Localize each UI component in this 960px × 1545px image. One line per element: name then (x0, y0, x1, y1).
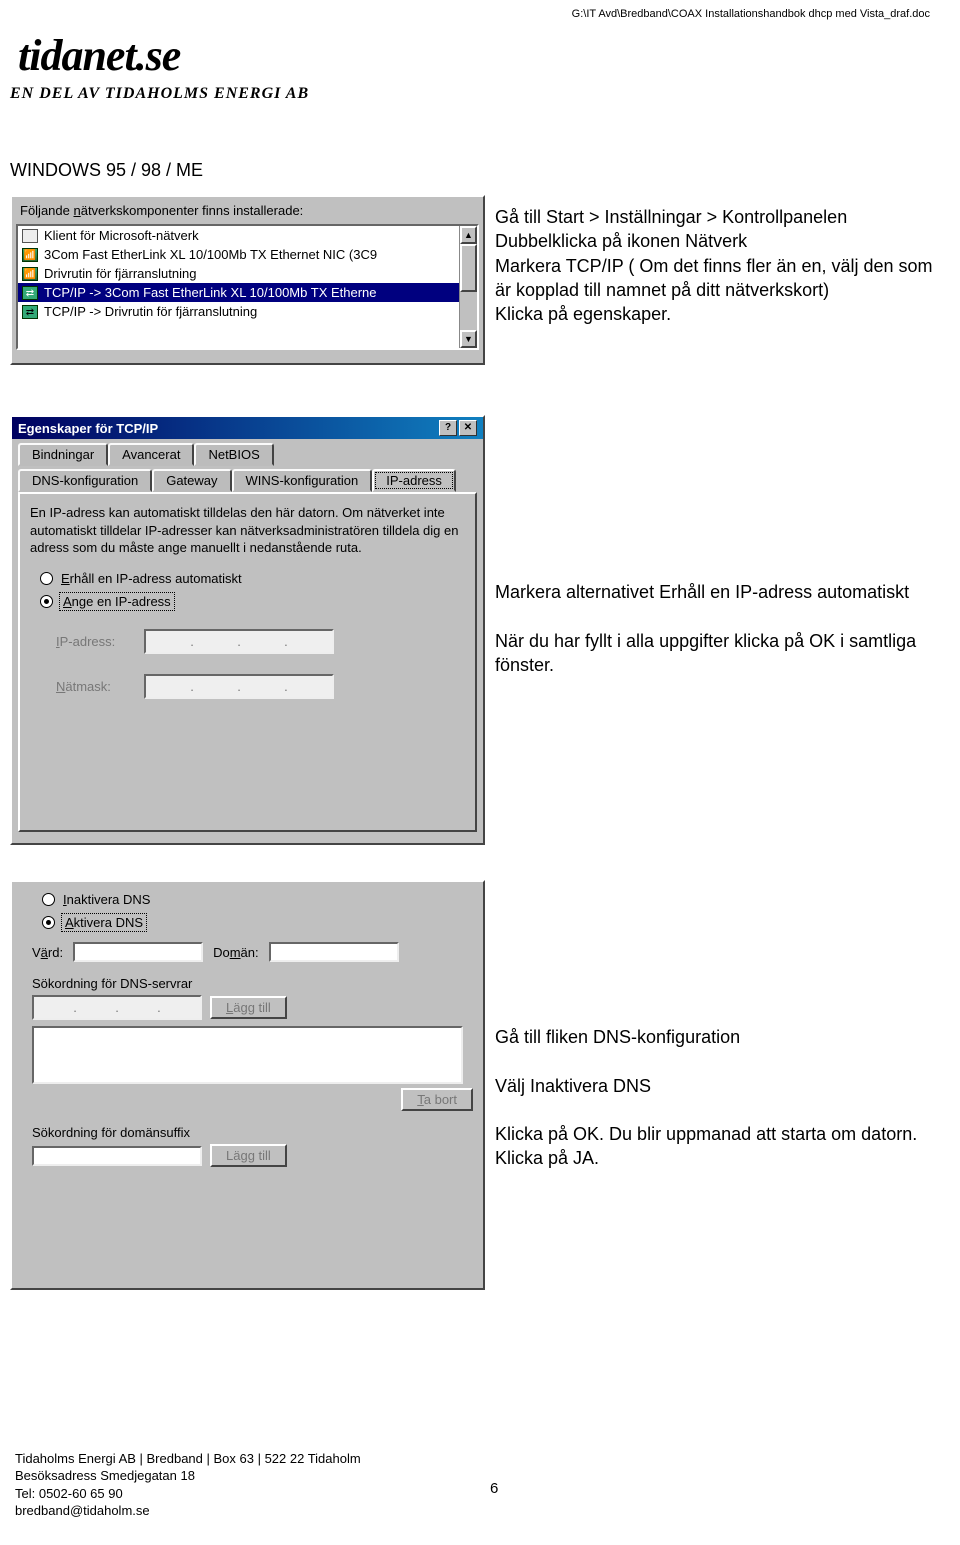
tab-ip-address[interactable]: IP-adress (372, 469, 456, 492)
ip-description-text: En IP-adress kan automatiskt tilldelas d… (30, 504, 465, 557)
ip-address-input[interactable]: . . . (144, 629, 334, 654)
scroll-up-button[interactable]: ▲ (460, 226, 477, 244)
footer-line-4: bredband@tidaholm.se (15, 1502, 361, 1520)
radio-label: Aktivera DNS (63, 915, 145, 930)
close-button[interactable]: ✕ (459, 420, 477, 436)
add-suffix-button[interactable]: Lägg till (210, 1144, 287, 1167)
tabs-row-1: Bindningar Avancerat NetBIOS (12, 439, 483, 466)
help-button[interactable]: ? (439, 420, 457, 436)
tab-panel-ip-address: En IP-adress kan automatiskt tilldelas d… (18, 492, 477, 832)
computer-icon (22, 229, 38, 243)
ip-address-field-row: IP-adress: . . . (56, 629, 465, 654)
netmask-input[interactable]: . . . (144, 674, 334, 699)
protocol-icon: ⇄ (22, 286, 38, 300)
page-number: 6 (490, 1480, 498, 1497)
domain-input[interactable] (269, 942, 399, 962)
network-components-panel: Följande nätverkskomponenter finns insta… (10, 195, 485, 365)
protocol-icon: ⇄ (22, 305, 38, 319)
dns-servers-group-label: Sökordning för DNS-servrar (32, 976, 473, 991)
radio-label: EErhåll en IP-adress automatisktrhåll en… (61, 571, 242, 586)
add-dns-button[interactable]: Lägg till (210, 996, 287, 1019)
tabs-row-2: DNS-konfiguration Gateway WINS-konfigura… (12, 465, 483, 492)
tab-gateway[interactable]: Gateway (152, 469, 231, 492)
dns-server-input-row: . . . Lägg till (32, 995, 473, 1020)
radio-icon (40, 572, 53, 585)
footer-line-1: Tidaholms Energi AB | Bredband | Box 63 … (15, 1450, 361, 1468)
tab-bindings[interactable]: Bindningar (18, 443, 108, 466)
ip-address-label: IP-adress: (56, 634, 136, 649)
instruction-block-1: Gå till Start > Inställningar > Kontroll… (495, 205, 945, 326)
header-file-path: G:\IT Avd\Bredband\COAX Installationshan… (572, 8, 930, 20)
host-domain-row: Värd: Domän: (32, 942, 473, 962)
tab-netbios[interactable]: NetBIOS (194, 443, 273, 466)
dialog-title: Egenskaper för TCP/IP (18, 421, 158, 436)
radio-label: Ange en IP-adress (61, 594, 173, 609)
vertical-scrollbar[interactable]: ▲ ▼ (459, 226, 477, 348)
radio-icon (40, 595, 53, 608)
remove-dns-button[interactable]: Ta bort (401, 1088, 473, 1111)
components-listbox[interactable]: Klient för Microsoft-nätverk 📶3Com Fast … (16, 224, 479, 350)
list-item-selected[interactable]: ⇄TCP/IP -> 3Com Fast EtherLink XL 10/100… (18, 283, 477, 302)
tab-wins-config[interactable]: WINS-konfiguration (232, 469, 373, 492)
adapter-icon: 📶 (22, 267, 38, 281)
list-item[interactable]: 📶Drivrutin för fjärranslutning (18, 264, 477, 283)
dns-server-ip-input[interactable]: . . . (32, 995, 202, 1020)
tcpip-properties-dialog: Egenskaper för TCP/IP ? ✕ Bindningar Ava… (10, 415, 485, 845)
domain-suffix-input-row: Lägg till (32, 1144, 473, 1167)
section-heading: WINDOWS 95 / 98 / ME (10, 160, 203, 181)
domain-suffix-input[interactable] (32, 1146, 202, 1166)
radio-icon (42, 916, 55, 929)
scroll-down-button[interactable]: ▼ (460, 330, 477, 348)
radio-disable-dns[interactable]: Inaktivera DNS (42, 892, 473, 907)
netmask-field-row: Nätmask: . . . (56, 674, 465, 699)
dialog-titlebar: Egenskaper för TCP/IP ? ✕ (12, 417, 483, 439)
netmask-label: Nätmask: (56, 679, 136, 694)
footer-line-3: Tel: 0502-60 65 90 (15, 1485, 361, 1503)
company-logo-block: tidanet.se EN DEL AV TIDAHOLMS ENERGI AB (10, 30, 410, 103)
instruction-block-2: Markera alternativet Erhåll en IP-adress… (495, 580, 945, 677)
instruction-block-3: Gå till fliken DNS-konfiguration Välj In… (495, 1025, 945, 1171)
radio-enable-dns[interactable]: Aktivera DNS (42, 915, 473, 930)
scroll-thumb[interactable] (460, 244, 477, 292)
footer-line-2: Besöksadress Smedjegatan 18 (15, 1467, 361, 1485)
domain-suffix-group-label: Sökordning för domänsuffix (32, 1125, 473, 1140)
logo-tagline: EN DEL AV TIDAHOLMS ENERGI AB (10, 85, 410, 103)
domain-label: Domän: (213, 945, 259, 960)
list-item[interactable]: ⇄TCP/IP -> Drivrutin för fjärranslutning (18, 302, 477, 321)
list-item[interactable]: 📶3Com Fast EtherLink XL 10/100Mb TX Ethe… (18, 245, 477, 264)
adapter-icon: 📶 (22, 248, 38, 262)
tab-dns-config[interactable]: DNS-konfiguration (18, 469, 152, 492)
list-item[interactable]: Klient för Microsoft-nätverk (18, 226, 477, 245)
page-footer: Tidaholms Energi AB | Bredband | Box 63 … (15, 1450, 361, 1520)
tab-advanced[interactable]: Avancerat (108, 443, 194, 466)
radio-specify-ip[interactable]: Ange en IP-adress (40, 594, 465, 609)
company-logo: tidanet.se (10, 30, 410, 81)
radio-label: Inaktivera DNS (63, 892, 150, 907)
radio-obtain-auto[interactable]: EErhåll en IP-adress automatisktrhåll en… (40, 571, 465, 586)
components-label: Följande nätverkskomponenter finns insta… (20, 203, 475, 218)
logo-text: tidanet.se (18, 31, 180, 80)
host-label: Värd: (32, 945, 63, 960)
host-input[interactable] (73, 942, 203, 962)
radio-icon (42, 893, 55, 906)
dns-config-panel: Inaktivera DNS Aktivera DNS Värd: Domän:… (10, 880, 485, 1290)
dns-servers-list[interactable] (32, 1026, 463, 1084)
